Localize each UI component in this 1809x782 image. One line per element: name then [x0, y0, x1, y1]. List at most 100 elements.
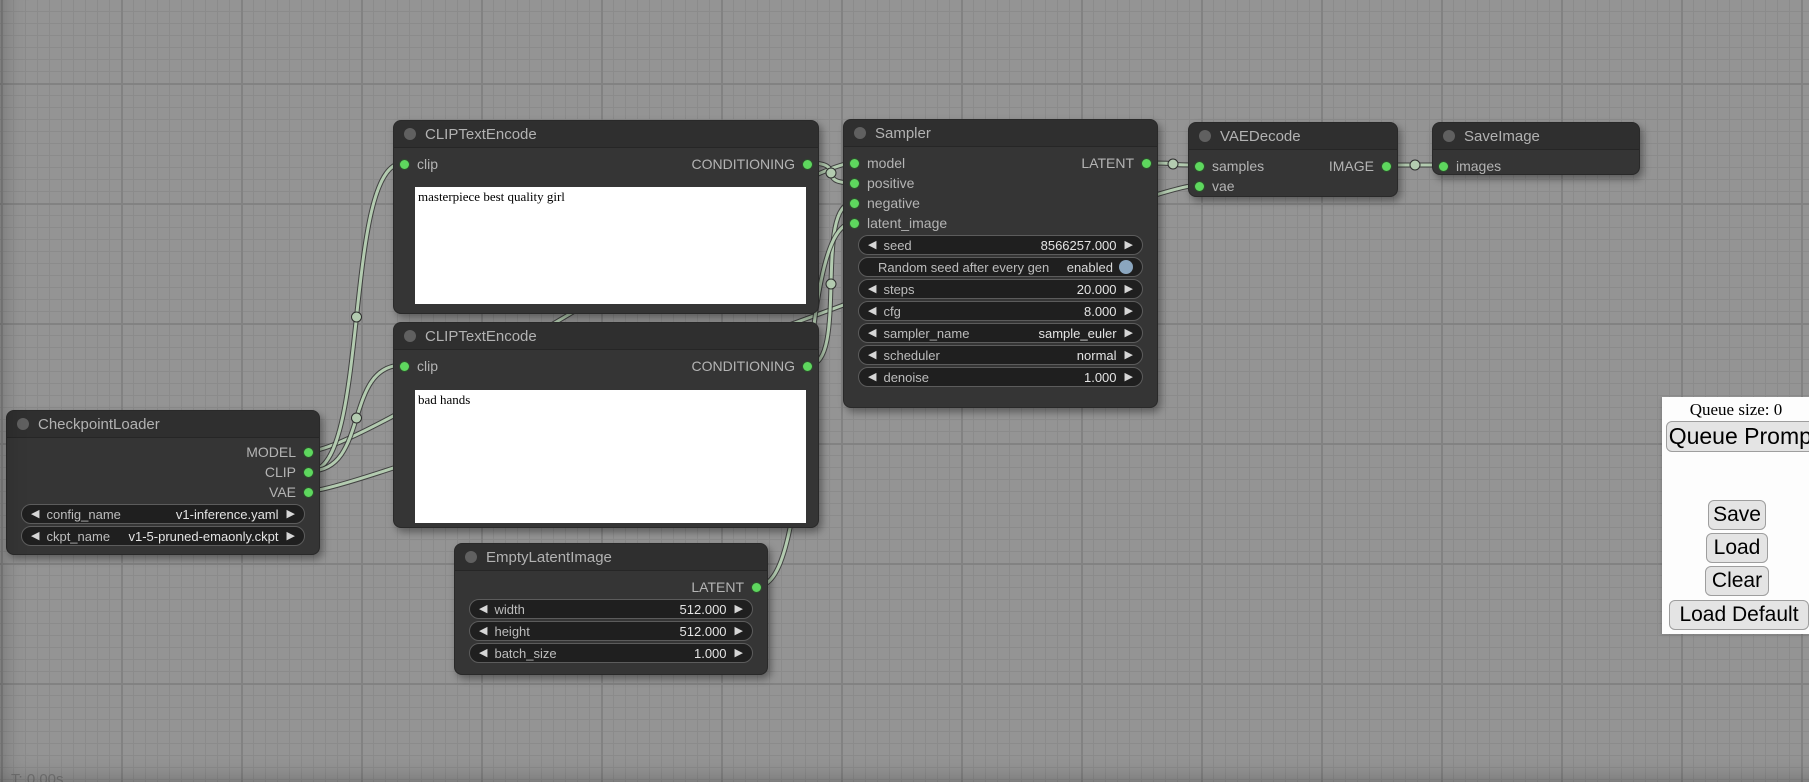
load-button[interactable]: Load [1706, 533, 1768, 563]
node-sampler[interactable]: Sampler model LATENT positive negative l… [843, 119, 1158, 408]
node-title-bar[interactable]: Sampler [844, 120, 1157, 147]
output-slot-conditioning[interactable] [802, 361, 813, 372]
negative-prompt-textarea[interactable]: bad hands [415, 390, 806, 523]
widget-label: seed [883, 238, 911, 253]
collapse-dot-icon[interactable] [404, 128, 416, 140]
link-midpoint-dot [826, 279, 836, 289]
decrement-arrow-icon[interactable]: ◀ [868, 306, 876, 317]
increment-arrow-icon[interactable]: ▶ [1125, 350, 1133, 361]
link-midpoint-dot [826, 168, 836, 178]
increment-arrow-icon[interactable]: ▶ [735, 626, 743, 637]
increment-arrow-icon[interactable]: ▶ [735, 648, 743, 659]
output-slot-vae[interactable] [303, 487, 314, 498]
decrement-arrow-icon[interactable]: ◀ [31, 509, 39, 520]
widget-label: config_name [46, 507, 120, 522]
increment-arrow-icon[interactable]: ▶ [735, 604, 743, 615]
collapse-dot-icon[interactable] [854, 127, 866, 139]
increment-arrow-icon[interactable]: ▶ [287, 531, 295, 542]
widget-batch-size[interactable]: ◀ batch_size 1.000 ▶ [469, 643, 753, 663]
widget-random-seed-toggle[interactable]: Random seed after every gen enabled [858, 257, 1143, 277]
input-slot-model[interactable] [849, 158, 860, 169]
widget-denoise[interactable]: ◀ denoise 1.000 ▶ [858, 367, 1143, 387]
decrement-arrow-icon[interactable]: ◀ [868, 372, 876, 383]
increment-arrow-icon[interactable]: ▶ [1125, 240, 1133, 251]
widget-sampler-name[interactable]: ◀ sampler_name sample_euler ▶ [858, 323, 1143, 343]
input-slot-clip[interactable] [399, 361, 410, 372]
slot-row: CLIP [7, 462, 319, 482]
node-title-bar[interactable]: SaveImage [1433, 123, 1639, 150]
collapse-dot-icon[interactable] [17, 418, 29, 430]
node-empty-latent-image[interactable]: EmptyLatentImage LATENT ◀ width 512.000 … [454, 543, 768, 675]
collapse-dot-icon[interactable] [1443, 130, 1455, 142]
widget-cfg[interactable]: ◀ cfg 8.000 ▶ [858, 301, 1143, 321]
input-slot-clip[interactable] [399, 159, 410, 170]
widget-label: denoise [883, 370, 929, 385]
input-label-images: images [1456, 158, 1501, 174]
collapse-dot-icon[interactable] [465, 551, 477, 563]
save-button[interactable]: Save [1708, 500, 1766, 530]
link-midpoint-dot [1410, 160, 1420, 170]
widget-label: batch_size [494, 646, 556, 661]
node-title-bar[interactable]: CheckpointLoader [7, 411, 319, 438]
output-slot-model[interactable] [303, 447, 314, 458]
widget-value: 8.000 [1084, 304, 1117, 319]
widget-config-name[interactable]: ◀ config_name v1-inference.yaml ▶ [21, 504, 305, 524]
increment-arrow-icon[interactable]: ▶ [287, 509, 295, 520]
slot-row: vae [1189, 176, 1397, 196]
node-checkpoint-loader[interactable]: CheckpointLoader MODEL CLIP VAE ◀ config… [6, 410, 320, 555]
output-label-conditioning: CONDITIONING [692, 358, 795, 374]
decrement-arrow-icon[interactable]: ◀ [479, 626, 487, 637]
widget-scheduler[interactable]: ◀ scheduler normal ▶ [858, 345, 1143, 365]
node-save-image[interactable]: SaveImage images [1432, 122, 1640, 175]
increment-arrow-icon[interactable]: ▶ [1125, 284, 1133, 295]
widget-label: scheduler [883, 348, 939, 363]
widget-seed[interactable]: ◀ seed 8566257.000 ▶ [858, 235, 1143, 255]
collapse-dot-icon[interactable] [1199, 130, 1211, 142]
widget-value: 1.000 [694, 646, 727, 661]
widget-steps[interactable]: ◀ steps 20.000 ▶ [858, 279, 1143, 299]
toggle-circle-icon[interactable] [1119, 260, 1133, 274]
decrement-arrow-icon[interactable]: ◀ [868, 328, 876, 339]
decrement-arrow-icon[interactable]: ◀ [868, 284, 876, 295]
node-clip-text-encode-positive[interactable]: CLIPTextEncode clip CONDITIONING masterp… [393, 120, 819, 314]
decrement-arrow-icon[interactable]: ◀ [868, 240, 876, 251]
positive-prompt-textarea[interactable]: masterpiece best quality girl [415, 187, 806, 304]
output-label-conditioning: CONDITIONING [692, 156, 795, 172]
node-clip-text-encode-negative[interactable]: CLIPTextEncode clip CONDITIONING bad han… [393, 322, 819, 528]
output-label-latent: LATENT [1081, 155, 1134, 171]
decrement-arrow-icon[interactable]: ◀ [868, 350, 876, 361]
clear-button[interactable]: Clear [1705, 566, 1769, 596]
node-title: CheckpointLoader [38, 416, 160, 433]
output-slot-image[interactable] [1381, 161, 1392, 172]
load-default-button[interactable]: Load Default [1669, 600, 1809, 630]
input-slot-negative[interactable] [849, 198, 860, 209]
side-menu-panel: Queue size: 0 Queue Prompt Save Load Cle… [1662, 397, 1809, 634]
node-vae-decode[interactable]: VAEDecode samples IMAGE vae [1188, 122, 1398, 197]
queue-prompt-button[interactable]: Queue Prompt [1666, 421, 1809, 452]
decrement-arrow-icon[interactable]: ◀ [31, 531, 39, 542]
slot-row: LATENT [455, 577, 767, 597]
increment-arrow-icon[interactable]: ▶ [1125, 328, 1133, 339]
increment-arrow-icon[interactable]: ▶ [1125, 372, 1133, 383]
node-title-bar[interactable]: VAEDecode [1189, 123, 1397, 150]
decrement-arrow-icon[interactable]: ◀ [479, 648, 487, 659]
output-slot-latent[interactable] [1141, 158, 1152, 169]
node-title-bar[interactable]: CLIPTextEncode [394, 323, 818, 350]
widget-ckpt-name[interactable]: ◀ ckpt_name v1-5-pruned-emaonly.ckpt ▶ [21, 526, 305, 546]
widget-label: sampler_name [883, 326, 969, 341]
node-title-bar[interactable]: EmptyLatentImage [455, 544, 767, 571]
input-slot-samples[interactable] [1194, 161, 1205, 172]
widget-width[interactable]: ◀ width 512.000 ▶ [469, 599, 753, 619]
node-title-bar[interactable]: CLIPTextEncode [394, 121, 818, 148]
output-slot-conditioning[interactable] [802, 159, 813, 170]
input-slot-latent-image[interactable] [849, 218, 860, 229]
increment-arrow-icon[interactable]: ▶ [1125, 306, 1133, 317]
input-slot-vae[interactable] [1194, 181, 1205, 192]
decrement-arrow-icon[interactable]: ◀ [479, 604, 487, 615]
collapse-dot-icon[interactable] [404, 330, 416, 342]
input-slot-positive[interactable] [849, 178, 860, 189]
output-slot-latent[interactable] [751, 582, 762, 593]
input-slot-images[interactable] [1438, 161, 1449, 172]
widget-height[interactable]: ◀ height 512.000 ▶ [469, 621, 753, 641]
output-slot-clip[interactable] [303, 467, 314, 478]
